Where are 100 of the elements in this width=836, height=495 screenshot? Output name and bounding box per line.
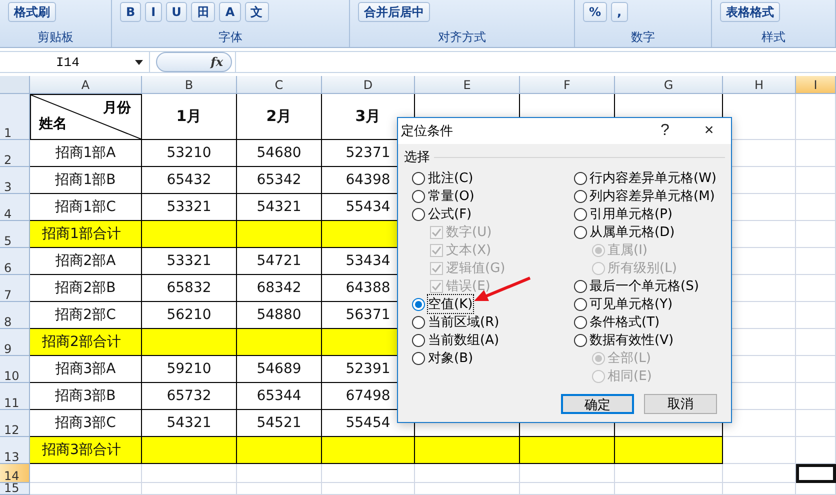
option-label: 当前数组(A) [428,332,500,349]
column-header[interactable]: G [615,76,723,94]
cancel-button[interactable]: 取消 [644,394,717,414]
option-label: 相同(E) [608,368,652,385]
option-label: 逻辑值(G) [446,260,506,277]
table-cell [796,221,836,248]
ribbon-button[interactable]: 格式刷 [8,2,56,22]
radio-button[interactable] [574,298,586,310]
table-cell: 招商1部合计 [30,221,142,248]
table-cell: 53321 [142,194,237,221]
column-header[interactable]: A [30,76,142,94]
ribbon-button[interactable]: 田 [191,2,216,22]
option-label: 对象(B) [428,350,474,367]
radio-button[interactable] [574,172,586,184]
ribbon-button[interactable]: U [166,2,188,22]
table-cell: 招商3部A [30,356,142,383]
row-header[interactable]: 1 [0,94,30,140]
table-cell: 65732 [142,383,237,410]
row-header[interactable]: 6 [0,248,30,275]
radio-button[interactable] [574,316,586,328]
annotation-arrow [472,276,532,304]
radio-button[interactable] [574,190,586,202]
option-label: 行内容差异单元格(W) [590,170,716,187]
option-label: 从属单元格(D) [590,224,675,241]
ribbon-button[interactable]: 文 [244,2,269,22]
group-label: 剪贴板 [36,29,74,46]
table-cell: 54321 [237,194,322,221]
ribbon-button[interactable]: , [611,2,628,22]
radio-button[interactable] [412,172,425,184]
option-label: 引用单元格(P) [590,206,672,223]
row-header[interactable]: 8 [0,302,30,329]
close-button[interactable]: × [687,118,731,144]
row-header[interactable]: 7 [0,275,30,302]
table-cell: 招商1部C [30,194,142,221]
row-header[interactable]: 10 [0,356,30,383]
selected-cell [796,464,836,483]
row-header[interactable]: 5 [0,221,30,248]
help-button[interactable]: ? [643,118,687,144]
radio-button[interactable] [574,334,586,346]
table-cell: 54880 [237,302,322,329]
option-label: 直属(I) [608,242,648,259]
row-header[interactable]: 13 [0,437,30,464]
row-header[interactable]: 9 [0,329,30,356]
table-cell: 65832 [142,275,237,302]
radio-button[interactable] [412,352,425,364]
radio-button[interactable] [412,298,425,310]
radio-button[interactable] [574,208,586,220]
ribbon-button[interactable]: B [120,2,142,22]
table-cell: 53210 [142,140,237,167]
radio-button[interactable] [412,316,425,328]
row-header[interactable]: 12 [0,410,30,437]
function-button[interactable]: fx [156,52,232,72]
table-cell: 59210 [142,356,237,383]
row-header[interactable]: 14 [0,464,30,483]
table-cell: 68342 [237,275,322,302]
radio-button[interactable] [574,280,586,292]
radio-button[interactable] [412,190,425,202]
table-cell: 招商3部合计 [30,437,142,464]
radio-button[interactable] [574,226,586,238]
ok-button[interactable]: 确定 [561,394,634,414]
column-header[interactable]: H [723,76,796,94]
ribbon-button[interactable]: A [219,2,241,22]
option-label: 条件格式(T) [590,314,660,331]
table-cell: 54521 [237,410,322,437]
table-cell: 招商2部C [30,302,142,329]
column-header[interactable]: D [322,76,415,94]
column-header[interactable]: F [520,76,615,94]
column-header[interactable]: I [796,76,836,94]
table-cell: 54689 [237,356,322,383]
column-header[interactable]: B [142,76,237,94]
table-cell: 招商2部A [30,248,142,275]
column-header[interactable]: C [237,76,322,94]
group-label: 对齐方式 [437,29,487,46]
group-label: 字体 [218,29,244,46]
ribbon-button[interactable]: 合并后居中 [358,2,430,22]
row-header[interactable]: 15 [0,483,30,495]
radio-button[interactable] [412,208,425,220]
ribbon-button[interactable]: I [145,2,162,22]
row-header[interactable]: 4 [0,194,30,221]
option-label: 文本(X) [446,242,492,259]
caret-icon[interactable] [135,60,143,64]
row-header[interactable]: 3 [0,167,30,194]
table-cell: 招商1部B [30,167,142,194]
ribbon-button[interactable]: 表格格式 [720,2,780,22]
ribbon-button[interactable]: % [583,2,608,22]
radio-button[interactable] [412,334,425,346]
table-cell [796,410,836,437]
row-header[interactable]: 11 [0,383,30,410]
name-box[interactable]: I14 [0,52,150,72]
group-label: 数字 [630,29,656,46]
row-header[interactable]: 2 [0,140,30,167]
option-label: 公式(F) [428,206,472,223]
table-cell: 54680 [237,140,322,167]
option-label: 可见单元格(Y) [590,296,673,313]
column-header[interactable]: E [415,76,520,94]
table-cell: 56210 [142,302,237,329]
dialog-title: 定位条件 [401,123,454,140]
table-cell [796,275,836,302]
table-cell [796,248,836,275]
table-cell: 54721 [237,248,322,275]
